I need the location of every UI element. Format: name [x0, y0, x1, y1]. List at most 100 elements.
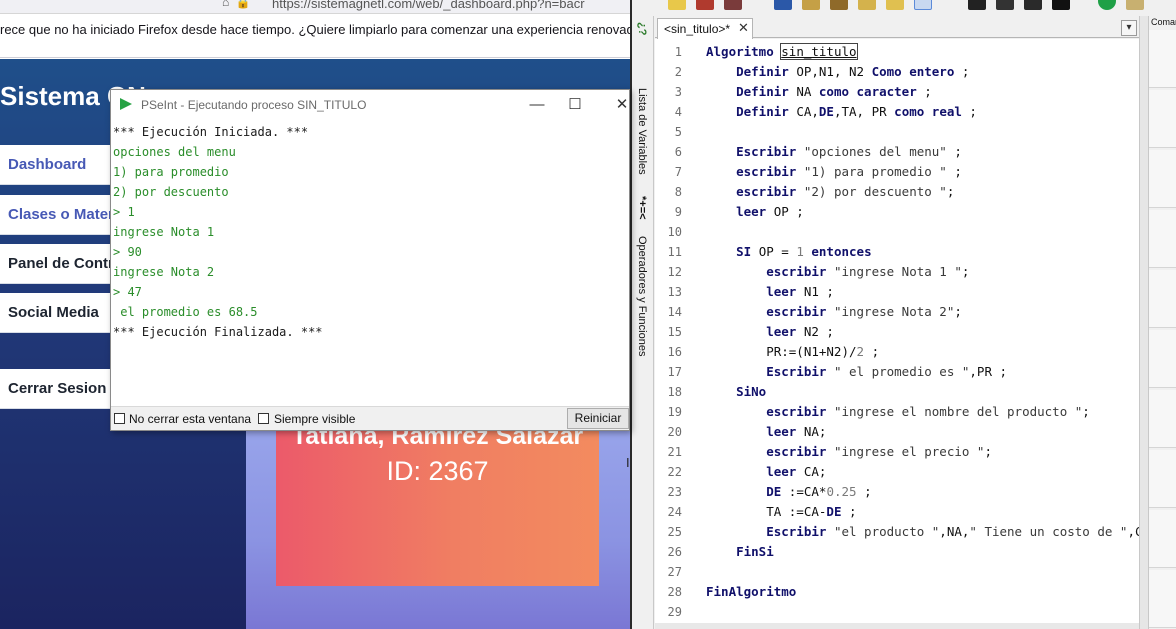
- code-line[interactable]: PR:=(N1+N2)/2 ;: [706, 342, 879, 362]
- comment-icon[interactable]: [886, 0, 904, 10]
- find-next-icon[interactable]: [1024, 0, 1042, 10]
- code-token: FinAlgoritmo: [706, 584, 797, 599]
- code-line[interactable]: Escribir "opciones del menu" ;: [706, 142, 962, 162]
- code-token: leer: [706, 464, 804, 479]
- run-icon[interactable]: [1098, 0, 1116, 10]
- code-line[interactable]: Algoritmo sin_titulo: [706, 42, 858, 62]
- code-token: "1) para promedio ": [803, 164, 947, 179]
- code-area[interactable]: Algoritmo sin_titulo Definir OP,N1, N2 C…: [706, 39, 1139, 623]
- cmd-escribir[interactable]: [1149, 90, 1176, 148]
- nav-dashboard[interactable]: Dashboard: [0, 145, 112, 185]
- code-token: Escribir: [706, 144, 804, 159]
- code-token: OP =: [758, 244, 797, 259]
- code-line[interactable]: TA :=CA-DE ;: [706, 502, 857, 522]
- code-line[interactable]: Escribir " el promedio es ",PR ;: [706, 362, 1007, 382]
- code-token: escribir: [706, 184, 804, 199]
- save-as-icon[interactable]: [724, 0, 742, 10]
- url-bar[interactable]: ⌂ 🔒 https://sistemagnetl.com/web/_dashbo…: [0, 0, 630, 14]
- nav-cerrar-sesion[interactable]: Cerrar Sesion: [0, 369, 112, 409]
- cmd-repetir-hasta[interactable]: [1149, 570, 1176, 628]
- nav-label: Dashboard: [8, 156, 87, 173]
- code-editor[interactable]: 1 2 3 4 5 6 7 8 9 10 11 12 13 14 15 16 17 18 19 20 21 22 23 24 2…: [655, 39, 1139, 623]
- cmd-si[interactable]: [1149, 210, 1176, 268]
- cmd-para[interactable]: [1149, 450, 1176, 508]
- code-line[interactable]: Definir NA como caracter ;: [706, 82, 932, 102]
- cmd-repetir[interactable]: [1149, 390, 1176, 448]
- code-line[interactable]: leer CA;: [706, 462, 826, 482]
- url-text[interactable]: https://sistemagnetl.com/web/_dashboard.…: [272, 0, 585, 11]
- cmd-funcion[interactable]: [1149, 510, 1176, 568]
- ide-toolbar: [632, 0, 1148, 16]
- step-icon[interactable]: [1126, 0, 1144, 10]
- operators-tab[interactable]: Operadores y Funciones: [636, 236, 648, 356]
- code-token: Definir: [706, 104, 797, 119]
- indent-icon[interactable]: [914, 0, 932, 10]
- cmd-segun[interactable]: [1149, 270, 1176, 328]
- code-token: " Tiene un costo de ": [969, 524, 1128, 539]
- vertical-scrollbar[interactable]: [1139, 16, 1148, 629]
- line-number: 28: [667, 585, 682, 599]
- code-line[interactable]: leer NA;: [706, 422, 826, 442]
- replace-icon[interactable]: [996, 0, 1014, 10]
- shield-icon[interactable]: ⌂ 🔒: [222, 0, 251, 9]
- code-line[interactable]: FinSi: [706, 542, 774, 562]
- code-line[interactable]: escribir "ingrese Nota 2";: [706, 302, 962, 322]
- code-token: NA;: [803, 424, 827, 439]
- undo-icon[interactable]: [774, 0, 792, 10]
- code-line[interactable]: escribir "ingrese el nombre del producto…: [706, 402, 1090, 422]
- always-visible-checkbox[interactable]: [258, 413, 269, 424]
- no-close-checkbox[interactable]: [114, 413, 125, 424]
- code-line[interactable]: leer N2 ;: [706, 322, 834, 342]
- code-line[interactable]: escribir "2) por descuento ";: [706, 182, 954, 202]
- close-icon[interactable]: ✕: [738, 20, 749, 36]
- operators-badge[interactable]: *+=<: [636, 196, 648, 220]
- code-token: ,TA, PR: [833, 104, 895, 119]
- cmd-leer[interactable]: [1149, 150, 1176, 208]
- code-line[interactable]: Escribir "el producto ",NA," Tiene un co…: [706, 522, 1139, 542]
- code-line[interactable]: leer N1 ;: [706, 282, 834, 302]
- code-token: "opciones del menu": [803, 144, 947, 159]
- tab-sin-titulo[interactable]: <sin_titulo>* ✕: [657, 18, 753, 39]
- code-token: "ingrese Nota 2": [833, 304, 955, 319]
- paste-icon[interactable]: [858, 0, 876, 10]
- code-line[interactable]: DE :=CA*0.25 ;: [706, 482, 871, 502]
- code-line[interactable]: SiNo: [706, 382, 766, 402]
- restart-button[interactable]: Reiniciar: [567, 408, 629, 429]
- search-icon[interactable]: [968, 0, 986, 10]
- save-icon[interactable]: [696, 0, 714, 10]
- line-number: 6: [674, 145, 682, 159]
- nav-clases[interactable]: Clases o Mater: [0, 195, 114, 235]
- cut-icon[interactable]: [802, 0, 820, 10]
- code-line[interactable]: escribir "1) para promedio " ;: [706, 162, 962, 182]
- code-line[interactable]: leer OP ;: [706, 202, 804, 222]
- code-token: "ingrese el precio ": [833, 444, 985, 459]
- code-line[interactable]: FinAlgoritmo: [706, 582, 796, 602]
- code-token: NA: [796, 84, 819, 99]
- code-line[interactable]: escribir "ingrese el precio ";: [706, 442, 992, 462]
- open-file-icon[interactable]: [668, 0, 686, 10]
- code-line[interactable]: SI OP = 1 entonces: [706, 242, 872, 262]
- tab-label: <sin_titulo>*: [664, 22, 731, 36]
- code-line[interactable]: Definir OP,N1, N2 Como entero ;: [706, 62, 969, 82]
- copy-icon[interactable]: [830, 0, 848, 10]
- nav-social-media[interactable]: Social Media: [0, 293, 112, 333]
- nav-label: Clases o Mater: [8, 206, 114, 223]
- horizontal-scrollbar[interactable]: [655, 623, 1139, 629]
- find-prev-icon[interactable]: [1052, 0, 1070, 10]
- cmd-asignar[interactable]: [1149, 30, 1176, 88]
- variables-badge[interactable]: ¿?: [636, 22, 648, 35]
- console-line: 1) para promedio: [113, 165, 229, 179]
- code-token: 0.25: [826, 484, 857, 499]
- chevron-down-icon[interactable]: ▾: [1121, 20, 1137, 36]
- cmd-mientras[interactable]: [1149, 330, 1176, 388]
- code-line[interactable]: escribir "ingrese Nota 1 ";: [706, 262, 969, 282]
- nav-panel[interactable]: Panel de Contr: [0, 244, 114, 284]
- code-line[interactable]: Definir CA,DE,TA, PR como real ;: [706, 102, 977, 122]
- close-button[interactable]: ✕: [599, 90, 645, 120]
- execution-titlebar[interactable]: PSeInt - Ejecutando proceso SIN_TITULO —…: [111, 90, 629, 120]
- maximize-button[interactable]: ☐: [552, 90, 598, 120]
- line-number: 4: [674, 105, 682, 119]
- code-token: ;: [841, 504, 857, 519]
- console-output[interactable]: *** Ejecución Iniciada. *** opciones del …: [113, 122, 629, 406]
- line-number: 7: [674, 165, 682, 179]
